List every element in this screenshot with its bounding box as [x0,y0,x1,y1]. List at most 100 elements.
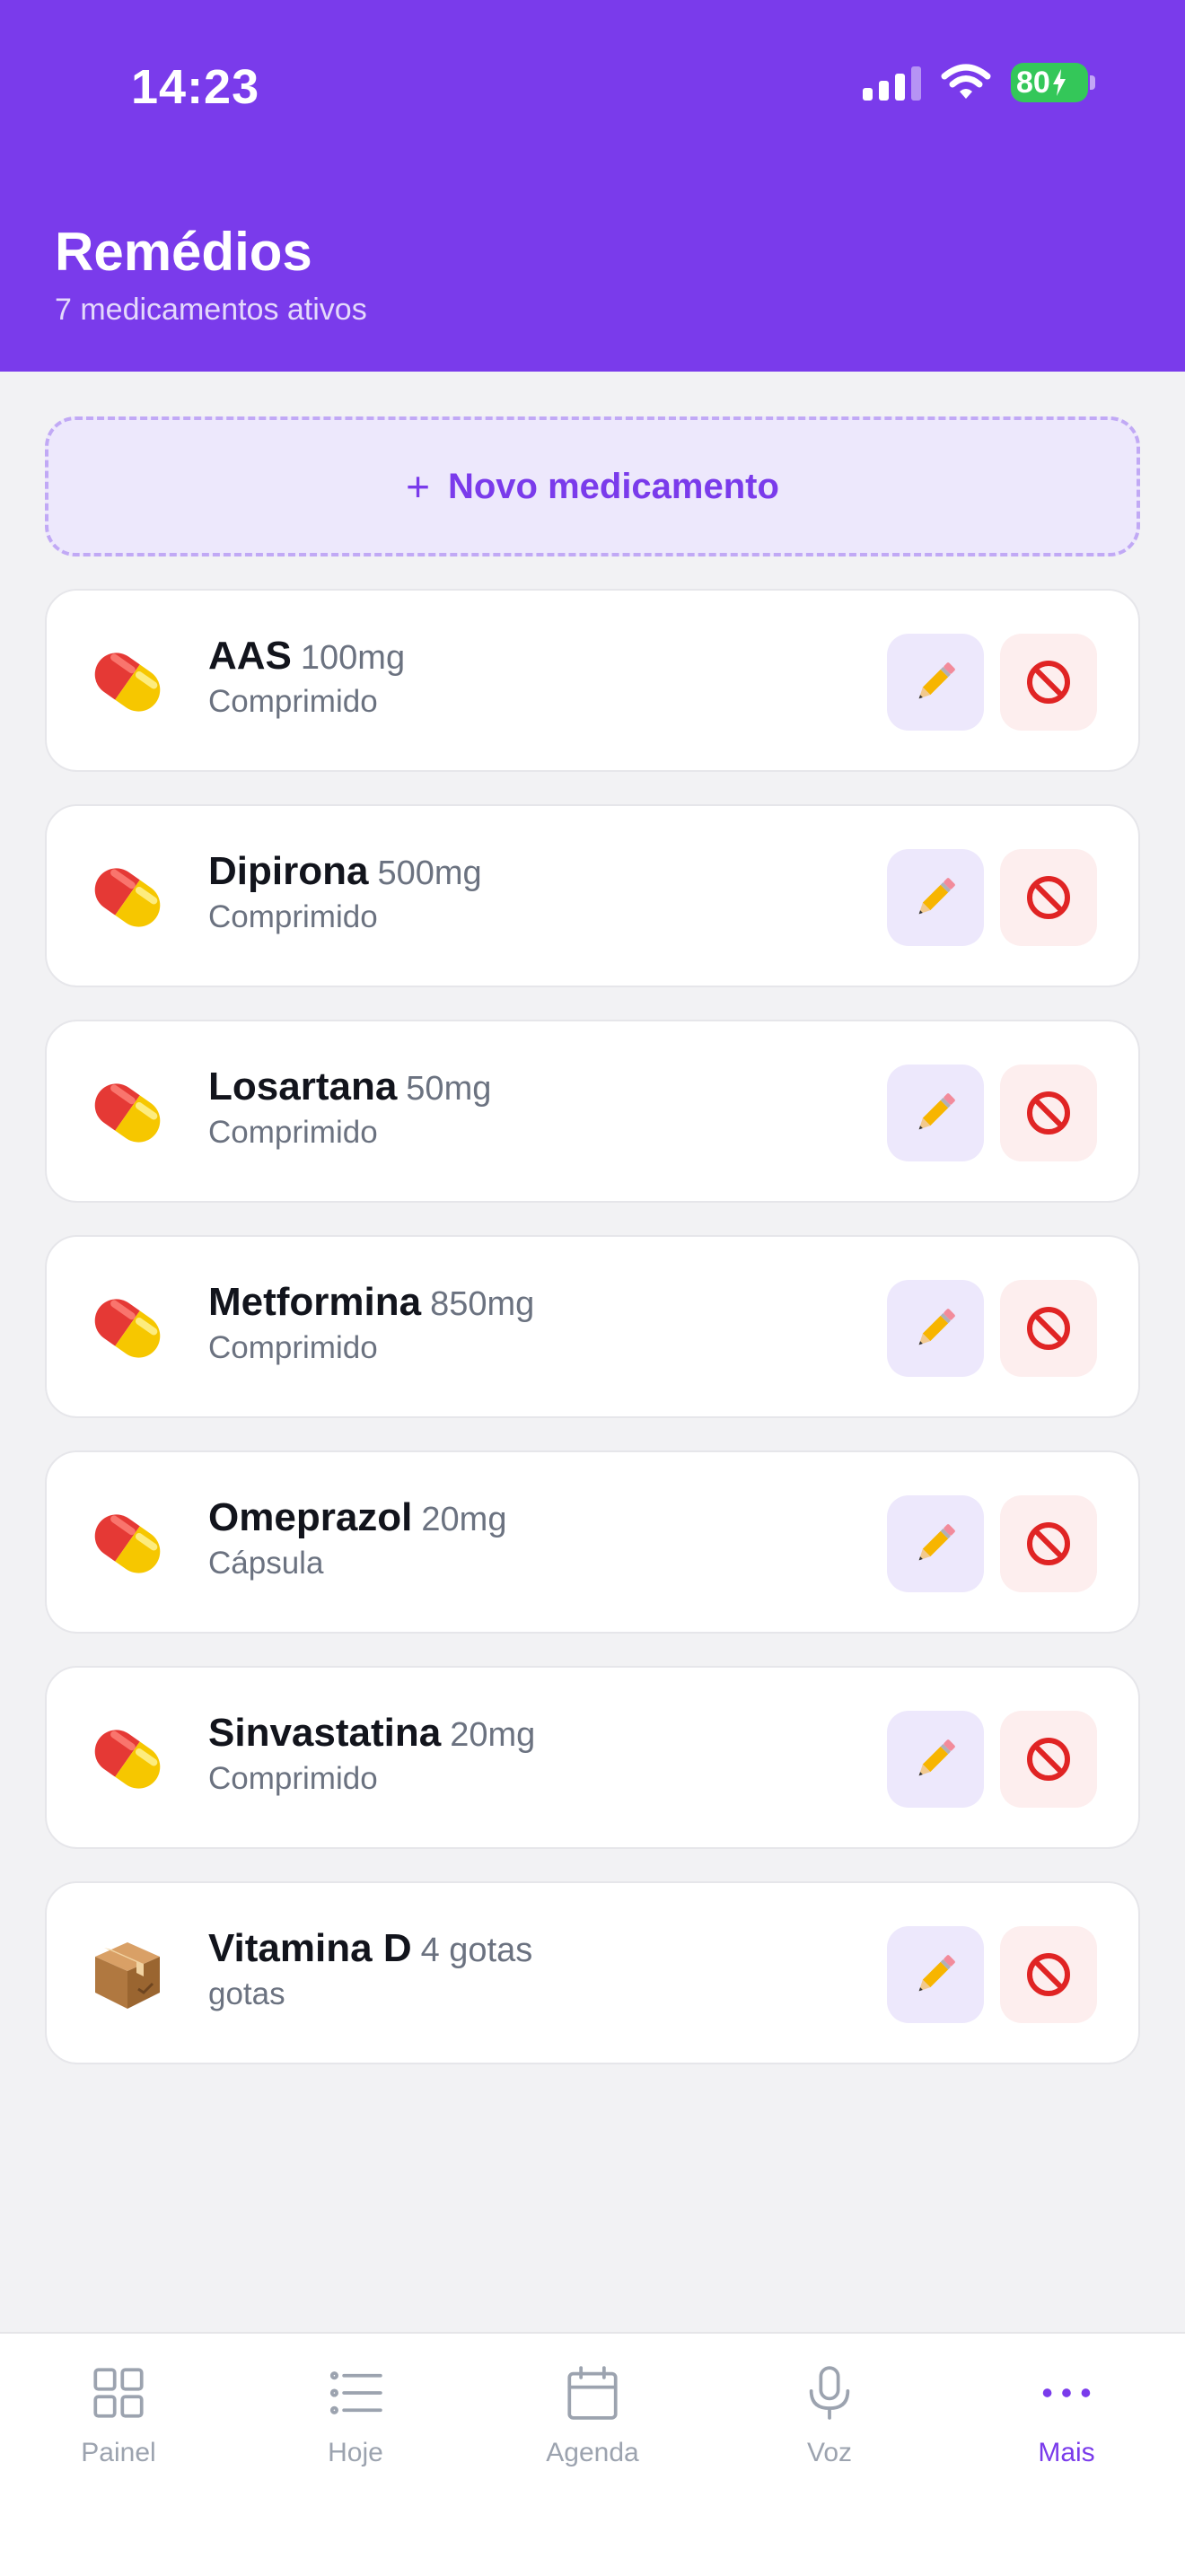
medication-dose: 4 gotas [420,1932,533,1969]
deactivate-button[interactable] [1000,1065,1097,1161]
page-title: Remédios [55,222,312,282]
pencil-icon [910,872,961,923]
edit-button[interactable] [887,849,984,946]
medication-info: Metformina 850mg Comprimido [208,1280,534,1366]
pill-icon [88,643,167,722]
tab-voz[interactable]: Voz [740,2366,919,2468]
medication-card[interactable]: Losartana 50mg Comprimido [45,1020,1140,1203]
medication-form: gotas [208,1976,285,2011]
charging-bolt-icon [1052,69,1066,96]
microphone-icon [809,2366,850,2420]
add-medication-label: Novo medicamento [447,466,779,506]
status-indicators: 80 [863,63,1095,102]
deactivate-button[interactable] [1000,634,1097,731]
medication-name: Sinvastatina [208,1711,442,1755]
medication-info: AAS 100mg Comprimido [208,634,405,720]
medication-name: AAS [208,634,292,678]
prohibited-icon [1023,1303,1074,1354]
pencil-icon [910,1950,961,2000]
medication-card[interactable]: Vitamina D4 gotas gotas [45,1881,1140,2064]
medication-info: Dipirona 500mg Comprimido [208,849,482,935]
tab-label: Agenda [546,2438,639,2467]
prohibited-icon [1023,1519,1074,1569]
more-icon [1042,2388,1091,2397]
grid-icon [93,2368,144,2418]
prohibited-icon [1023,1734,1074,1784]
battery-indicator: 80 [1011,63,1095,102]
prohibited-icon [1023,1088,1074,1138]
medication-form: Comprimido [208,899,378,934]
edit-button[interactable] [887,1495,984,1592]
prohibited-icon [1023,872,1074,923]
pill-icon [88,1289,167,1368]
medication-dose: 50mg [406,1070,492,1108]
medication-title: AAS 100mg [208,634,405,679]
edit-button[interactable] [887,1065,984,1161]
app-header: 14:23 80 Remédios 7 medicamentos ativos [0,0,1185,372]
medication-title: Vitamina D4 gotas [208,1926,532,1971]
medication-card[interactable]: Omeprazol 20mg Cápsula [45,1450,1140,1634]
tab-painel[interactable]: Painel [29,2366,208,2468]
medication-dose: 850mg [430,1285,535,1323]
plus-icon: + [406,463,430,510]
tab-bar: Painel Hoje Agenda Voz Mais [0,2332,1185,2576]
medication-card[interactable]: AAS 100mg Comprimido [45,589,1140,772]
battery-percent: 80 [1016,65,1050,100]
calendar-icon [567,2366,618,2420]
tab-hoje[interactable]: Hoje [266,2366,445,2468]
tab-label: Voz [806,2438,853,2467]
edit-button[interactable] [887,634,984,731]
medication-name: Dipirona [208,849,369,893]
medication-name: Omeprazol [208,1495,413,1539]
medication-info: Losartana 50mg Comprimido [208,1065,491,1151]
deactivate-button[interactable] [1000,1280,1097,1377]
prohibited-icon [1023,657,1074,707]
medication-info: Vitamina D4 gotas gotas [208,1926,532,2012]
list-icon [329,2371,382,2414]
medication-form: Comprimido [208,684,378,719]
medication-title: Omeprazol 20mg [208,1495,506,1540]
edit-button[interactable] [887,1711,984,1808]
medication-info: Omeprazol 20mg Cápsula [208,1495,506,1582]
medication-form: Comprimido [208,1330,378,1365]
pill-icon [88,858,167,937]
battery-cap [1090,75,1095,90]
pencil-icon [910,1088,961,1138]
pill-icon [88,1720,167,1799]
deactivate-button[interactable] [1000,1926,1097,2023]
medication-dose: 20mg [450,1716,536,1754]
medication-dose: 500mg [377,854,482,892]
medication-card[interactable]: Sinvastatina 20mg Comprimido [45,1666,1140,1849]
pill-icon [88,1073,167,1152]
add-medication-button[interactable]: + Novo medicamento [45,416,1140,556]
prohibited-icon [1023,1950,1074,2000]
medication-title: Losartana 50mg [208,1065,491,1109]
tab-mais[interactable]: Mais [977,2366,1156,2468]
battery-level: 80 [1011,63,1088,102]
status-time: 14:23 [131,60,260,114]
medication-title: Sinvastatina 20mg [208,1711,535,1756]
medication-info: Sinvastatina 20mg Comprimido [208,1711,535,1797]
pencil-icon [910,1734,961,1784]
medication-dose: 20mg [421,1501,507,1538]
tab-label: Painel [81,2438,156,2467]
tab-label: Mais [1038,2438,1095,2467]
edit-button[interactable] [887,1280,984,1377]
medication-card[interactable]: Dipirona 500mg Comprimido [45,804,1140,987]
medication-title: Dipirona 500mg [208,849,482,894]
medication-name: Metformina [208,1280,422,1324]
deactivate-button[interactable] [1000,849,1097,946]
medication-form: Comprimido [208,1115,378,1150]
deactivate-button[interactable] [1000,1495,1097,1592]
edit-button[interactable] [887,1926,984,2023]
pencil-icon [910,1519,961,1569]
pill-icon [88,1504,167,1583]
medication-title: Metformina 850mg [208,1280,534,1325]
medication-name: Vitamina D [208,1926,412,1970]
tab-agenda[interactable]: Agenda [503,2366,682,2468]
medication-card[interactable]: Metformina 850mg Comprimido [45,1235,1140,1418]
deactivate-button[interactable] [1000,1711,1097,1808]
page-subtitle: 7 medicamentos ativos [55,293,367,327]
medication-dose: 100mg [300,639,406,677]
medication-form: Cápsula [208,1546,324,1581]
